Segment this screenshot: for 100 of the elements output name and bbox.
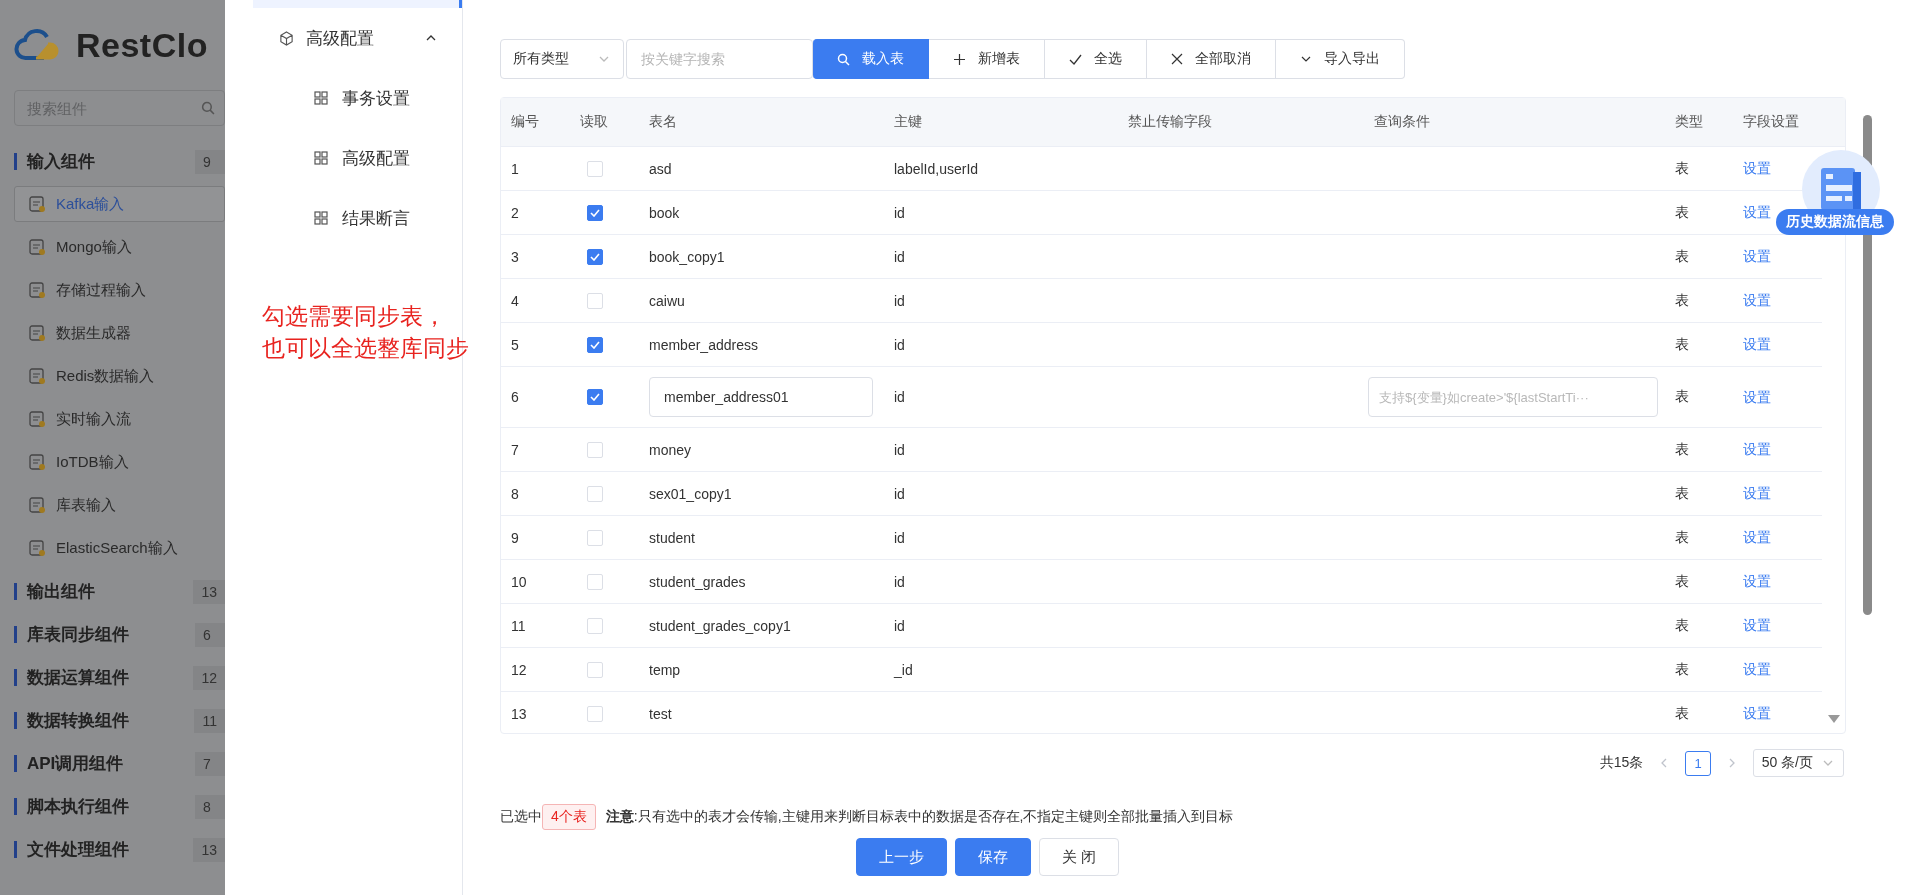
dialog-button[interactable]: 保存: [955, 838, 1031, 876]
cube-icon: [279, 30, 294, 46]
component-item[interactable]: 实时输入流: [14, 401, 225, 437]
scroll-down-icon[interactable]: [1827, 715, 1840, 723]
count-badge: 13: [193, 837, 225, 862]
primary-key: id: [884, 389, 1118, 405]
settings-link[interactable]: 设置: [1733, 705, 1771, 721]
column-header: 编号: [510, 113, 540, 131]
table-type: 表: [1674, 159, 1690, 178]
component-group[interactable]: 数据转换组件 11: [14, 699, 225, 742]
row-number: 1: [510, 160, 520, 177]
settings-link[interactable]: 设置: [1733, 336, 1771, 352]
component-item[interactable]: Redis数据输入: [14, 358, 225, 394]
primary-key: id: [884, 336, 1118, 353]
primary-key: id: [884, 441, 1118, 458]
settings-link[interactable]: 设置: [1733, 529, 1771, 545]
logo-text: RestClo: [76, 25, 208, 65]
table-name: book: [648, 204, 681, 221]
table-name: member_address: [648, 336, 759, 353]
page-button[interactable]: 1: [1685, 750, 1711, 776]
count-badge: 8: [195, 794, 225, 819]
search-icon: [837, 52, 850, 66]
component-item[interactable]: 库表输入: [14, 487, 225, 523]
component-icon: [28, 539, 46, 557]
menu-item[interactable]: 高级配置: [253, 128, 462, 188]
history-tooltip[interactable]: 历史数据流信息: [1776, 209, 1894, 235]
page-size-select[interactable]: 50 条/页: [1752, 749, 1844, 777]
selected-count-tag: 4个表: [542, 804, 596, 830]
menu-item[interactable]: 事务设置: [253, 68, 462, 128]
component-item[interactable]: 数据生成器: [14, 315, 225, 351]
component-group[interactable]: 输入组件 9: [14, 140, 225, 183]
selected-label: 已选中: [500, 808, 542, 826]
grid-icon: [314, 211, 328, 225]
column-header: 禁止传输字段: [1127, 113, 1213, 131]
component-icon: [28, 367, 46, 385]
settings-link[interactable]: 设置: [1733, 617, 1771, 633]
read-checkbox[interactable]: [587, 204, 603, 221]
settings-link[interactable]: 设置: [1733, 573, 1771, 589]
component-group[interactable]: API调用组件 7: [14, 742, 225, 785]
toolbar-button[interactable]: 全部取消: [1147, 39, 1276, 79]
annotation-text: 勾选需要同步表，: [262, 302, 447, 331]
component-item[interactable]: 存储过程输入: [14, 272, 225, 308]
settings-link[interactable]: 设置: [1733, 441, 1771, 457]
table-type: 表: [1674, 528, 1690, 547]
table-type: 表: [1674, 335, 1690, 354]
primary-key: id: [884, 248, 1118, 265]
row-number: 12: [510, 661, 528, 678]
type-select[interactable]: 所有类型: [500, 39, 624, 79]
close-icon: [1171, 53, 1183, 65]
component-icon: [28, 195, 46, 213]
component-item[interactable]: Kafka输入: [14, 186, 225, 222]
table-name: student_grades_copy1: [648, 617, 792, 634]
table-type: 表: [1674, 291, 1690, 310]
component-item[interactable]: IoTDB输入: [14, 444, 225, 480]
component-group[interactable]: 文件处理组件 13: [14, 828, 225, 871]
table-name: asd: [648, 160, 673, 177]
settings-link[interactable]: 设置: [1733, 248, 1771, 264]
table-name: sex01_copy1: [648, 485, 733, 502]
toolbar-button[interactable]: 导入导出: [1276, 39, 1405, 79]
component-item[interactable]: Mongo输入: [14, 229, 225, 265]
table-type: 表: [1674, 484, 1690, 503]
primary-key: id: [884, 485, 1118, 502]
component-group[interactable]: 输出组件 13: [14, 570, 225, 613]
component-group[interactable]: 脚本执行组件 8: [14, 785, 225, 828]
settings-link[interactable]: 设置: [1733, 388, 1771, 405]
component-icon: [28, 453, 46, 471]
primary-key: id: [884, 617, 1118, 634]
settings-link[interactable]: 设置: [1733, 661, 1771, 677]
component-item[interactable]: ElasticSearch输入: [14, 530, 225, 566]
check-icon: [590, 208, 600, 217]
settings-link[interactable]: 设置: [1733, 204, 1771, 220]
read-checkbox[interactable]: [587, 336, 603, 353]
component-group[interactable]: 库表同步组件 6: [14, 613, 225, 656]
settings-link[interactable]: 设置: [1733, 292, 1771, 308]
row-number: 2: [510, 204, 520, 221]
settings-link[interactable]: 设置: [1733, 160, 1771, 176]
dialog-button[interactable]: 关 闭: [1039, 838, 1120, 876]
read-checkbox[interactable]: [587, 389, 603, 405]
primary-key: labelId,userId: [884, 160, 1118, 177]
toolbar-button[interactable]: 载入表: [813, 39, 929, 79]
table-name-field[interactable]: member_address01: [649, 377, 873, 417]
toolbar-button[interactable]: 新增表: [929, 39, 1045, 79]
settings-link[interactable]: 设置: [1733, 485, 1771, 501]
count-badge: 9: [195, 149, 225, 174]
row-number: 11: [510, 617, 527, 634]
table-name: caiwu: [648, 292, 686, 309]
menu-item[interactable]: 结果断言: [253, 188, 462, 248]
check-icon: [590, 252, 600, 261]
column-header: 查询条件: [1373, 113, 1431, 131]
read-checkbox[interactable]: [587, 248, 603, 265]
component-group[interactable]: 数据运算组件 12: [14, 656, 225, 699]
keyword-search-field[interactable]: 按关键字搜索: [626, 39, 813, 79]
count-badge: 13: [193, 579, 225, 604]
query-condition-field[interactable]: 支持${变量}如create>'${lastStartTi···: [1368, 377, 1658, 417]
column-header: 类型: [1674, 113, 1704, 131]
table-type: 表: [1674, 203, 1690, 222]
menu-group[interactable]: 高级配置: [253, 8, 462, 68]
toolbar-button[interactable]: 全选: [1045, 39, 1147, 79]
dialog-button[interactable]: 上一步: [856, 838, 947, 876]
check-icon: [1069, 52, 1082, 66]
